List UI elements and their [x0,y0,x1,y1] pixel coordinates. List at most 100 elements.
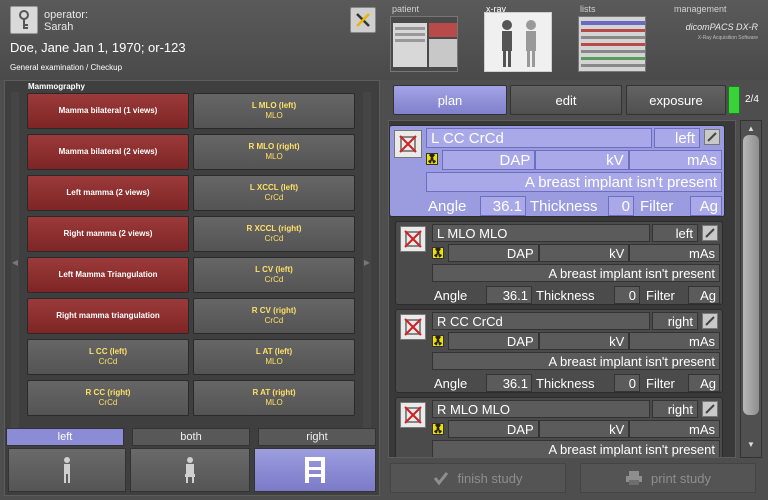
side-tab-both[interactable]: both [132,428,250,446]
position-sitting-button[interactable] [130,448,250,492]
procedure-title: R AT (right) [252,388,296,397]
plan-card[interactable]: R CC CrCd right DAP kV mAs A breast implant i… [395,309,723,393]
procedure-button[interactable]: R XCCL (right) CrCd [193,216,355,252]
procedure-title: R XCCL (right) [246,224,302,233]
card-side: right [652,312,698,330]
kv-field: kV [538,420,630,438]
plan-card[interactable]: R MLO MLO right DAP kV mAs A breast implant i… [395,397,723,457]
brand-logo: dicomPACS DX-R X-Ray Acquisition Softwar… [676,22,758,56]
procedure-button[interactable]: Mamma bilateral (2 views) [27,134,189,170]
tab-exposure[interactable]: exposure [626,85,726,115]
scroll-left-button[interactable]: ◀ [11,92,19,432]
angle-field: 36.1 [486,286,532,304]
side-tab-left[interactable]: left [6,428,124,446]
filter-label: Filter [646,376,675,391]
plan-card[interactable]: L MLO MLO left DAP kV mAs A breast implant is… [395,221,723,305]
kv-field: kV [538,244,630,262]
mas-field: mAs [628,150,722,170]
procedure-button[interactable]: R MLO (right) MLO [193,134,355,170]
position-standing-button[interactable] [8,448,126,492]
chevron-left-icon: ◀ [11,257,19,267]
procedure-title: R CC (right) [85,388,131,397]
procedure-subtitle: MLO [265,398,283,407]
position-mammo-button[interactable] [254,448,376,492]
procedure-title: Left Mamma Triangulation [58,270,158,279]
dap-field: DAP [442,150,536,170]
procedure-button[interactable]: R CV (right) CrCd [193,298,355,334]
procedure-button[interactable]: Left Mamma Triangulation [27,257,189,293]
procedure-button[interactable]: Right mamma (2 views) [27,216,189,252]
thickness-label: Thickness [536,288,595,303]
thickness-label: Thickness [530,198,598,215]
procedure-button[interactable]: Mamma bilateral (1 views) [27,93,189,129]
pen-icon[interactable] [702,401,718,417]
procedure-button[interactable]: R CC (right) CrCd [27,380,189,416]
procedure-subtitle: CrCd [98,398,118,407]
tab-edit[interactable]: edit [510,85,622,115]
procedure-button[interactable]: L CV (left) CrCd [193,257,355,293]
pen-icon[interactable] [704,129,720,145]
procedure-button[interactable]: L AT (left) MLO [193,339,355,375]
key-icon[interactable] [10,6,38,34]
nav-xray-thumb[interactable] [484,12,552,72]
thickness-label: Thickness [536,376,595,391]
procedure-title: R MLO (right) [248,142,300,151]
procedure-button[interactable]: L XCCL (left) CrCd [193,175,355,211]
procedure-button[interactable]: L CC (left) CrCd [27,339,189,375]
procedure-button[interactable]: R AT (right) MLO [193,380,355,416]
procedure-title: Right mamma triangulation [56,311,160,320]
procedure-subtitle: MLO [265,357,283,366]
tab-plan[interactable]: plan [393,85,507,115]
standing-figure-icon [64,457,70,483]
plan-list-scrollbar[interactable]: ▲ ▼ [740,120,762,458]
procedure-button[interactable]: Left mamma (2 views) [27,175,189,211]
x-ray-view-icon [400,226,426,252]
nav-patient-label[interactable]: patient [392,4,419,14]
procedure-button[interactable]: L MLO (left) MLO [193,93,355,129]
nav-management-label[interactable]: management [674,4,727,14]
procedure-button[interactable]: Right mamma triangulation [27,298,189,334]
pen-icon[interactable] [702,225,718,241]
procedure-subtitle: CrCd [264,316,284,325]
card-title: L CC CrCd [426,128,652,148]
scroll-up-button[interactable]: ▲ [741,121,761,135]
tool-button[interactable] [350,7,376,33]
status-indicator [728,86,740,114]
plan-card[interactable]: L CC CrCd left DAP kV mAs A breast implant is… [389,125,725,217]
radiation-icon [432,247,444,259]
procedure-subtitle: CrCd [98,357,118,366]
radiation-icon [432,423,444,435]
pen-icon[interactable] [702,313,718,329]
side-tab-right[interactable]: right [258,428,376,446]
x-ray-view-icon [400,402,426,428]
scroll-thumb[interactable] [743,135,759,415]
procedure-title: L AT (left) [255,347,293,356]
finish-study-button[interactable]: finish study [390,463,566,493]
nav-lists-label[interactable]: lists [580,4,596,14]
procedure-subtitle: CrCd [264,193,284,202]
procedure-subtitle: MLO [265,111,283,120]
scroll-right-button[interactable]: ▶ [363,92,371,432]
procedure-title: Mamma bilateral (1 views) [58,106,158,115]
patient-info: Doe, Jane Jan 1, 1970; or-123 [10,40,186,55]
filter-field: Ag [688,374,720,392]
chevron-right-icon: ▶ [363,257,371,267]
thickness-field: 0 [614,286,640,304]
scroll-down-button[interactable]: ▼ [741,437,761,451]
plan-list: L CC CrCd left DAP kV mAs A breast implant is… [388,120,736,458]
nav-lists-thumb[interactable] [578,16,646,72]
procedure-subtitle: CrCd [264,275,284,284]
dap-field: DAP [448,332,539,350]
print-study-button[interactable]: print study [580,463,756,493]
tool-icon [356,13,370,27]
mas-field: mAs [629,332,720,350]
mas-field: mAs [629,244,720,262]
kv-field: kV [538,332,630,350]
x-ray-view-icon [394,130,422,158]
finish-study-label: finish study [457,470,523,486]
operator-name: Sarah [44,21,74,33]
procedure-subtitle: MLO [265,152,283,161]
card-title: R CC CrCd [432,312,650,330]
nav-patient-thumb[interactable] [390,16,458,72]
implant-field: A breast implant isn't present [432,440,720,457]
